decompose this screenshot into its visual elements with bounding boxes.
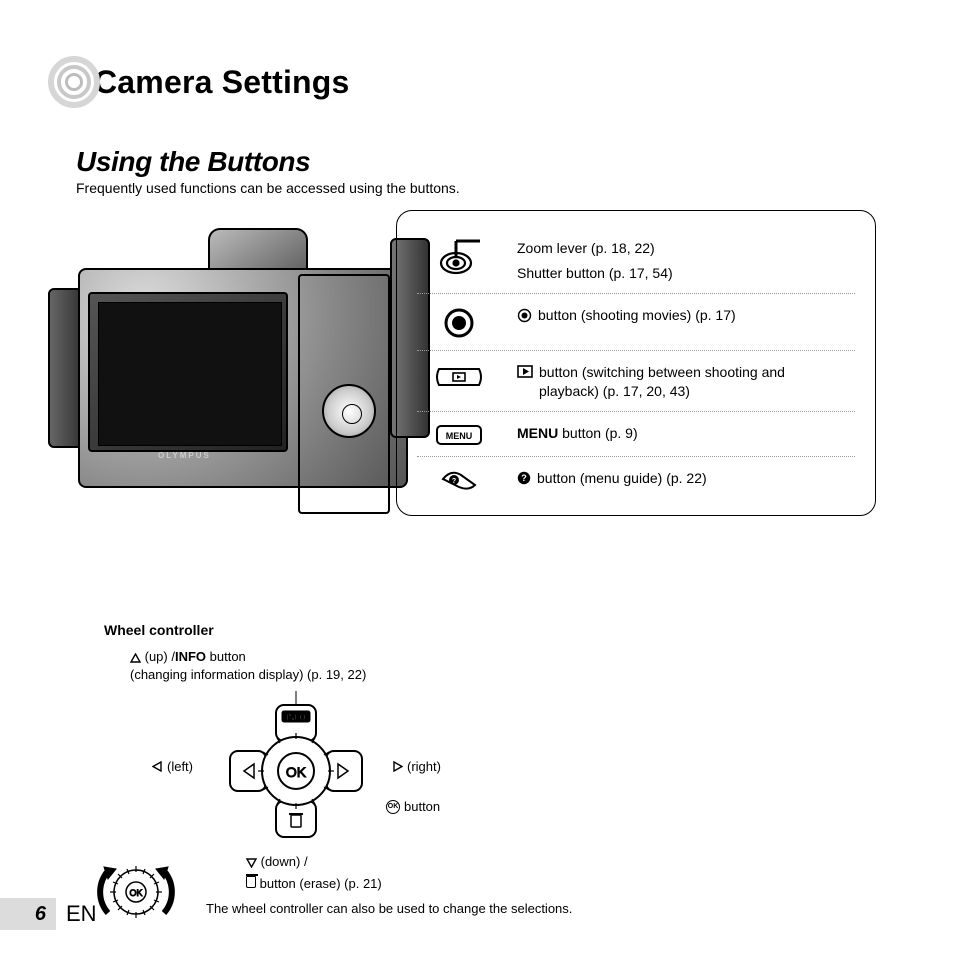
wheel-left-label: (left)	[152, 759, 193, 774]
wheel-title: Wheel controller	[104, 622, 906, 638]
divider	[417, 411, 855, 412]
playback-button-icon	[417, 361, 501, 391]
zoom-lever-icon	[417, 237, 501, 279]
wheel-up-label: (up) /INFO button (changing information …	[130, 648, 906, 683]
legend-text: Zoom lever (p. 18, 22)	[517, 239, 655, 258]
legend-movie: button (shooting movies) (p. 17)	[417, 304, 855, 340]
triangle-right-icon	[392, 761, 403, 772]
divider	[417, 350, 855, 351]
record-glyph-icon	[517, 308, 532, 323]
svg-text:?: ?	[452, 478, 456, 485]
question-glyph-icon: ?	[517, 471, 531, 485]
legend-zoom-shutter: Zoom lever (p. 18, 22) Shutter button (p…	[417, 237, 855, 283]
section-intro: Frequently used functions can be accesse…	[76, 180, 906, 196]
record-button-icon	[417, 304, 501, 340]
svg-text:MENU: MENU	[446, 431, 473, 441]
svg-text:OK: OK	[286, 764, 307, 780]
legend-text: MENU button (p. 9)	[517, 424, 638, 443]
legend-text: button (switching between shooting and p…	[539, 363, 819, 401]
divider	[417, 293, 855, 294]
brand-label: OLYMPUS	[158, 451, 211, 460]
wheel-controller-icon: OK INFO	[216, 691, 376, 851]
wheel-down-label: (down) / button (erase) (p. 21)	[246, 853, 382, 893]
wheel-note: The wheel controller can also be used to…	[206, 901, 572, 916]
divider	[417, 456, 855, 457]
rotation-icon: OK	[96, 857, 176, 927]
legend-menu: MENU MENU button (p. 9)	[417, 422, 855, 446]
legend-text: button (shooting movies) (p. 17)	[538, 306, 736, 325]
section-title: Using the Buttons	[76, 146, 906, 178]
ok-glyph-icon: OK	[386, 800, 400, 814]
triangle-left-icon	[152, 761, 163, 772]
svg-text:OK: OK	[129, 888, 142, 898]
legend-box: Zoom lever (p. 18, 22) Shutter button (p…	[396, 210, 876, 516]
page-title: Camera Settings	[94, 64, 350, 101]
triangle-down-icon	[246, 858, 257, 868]
trash-icon	[246, 876, 256, 888]
guide-button-icon: ?	[417, 467, 501, 491]
page-number: 6	[0, 898, 56, 930]
legend-guide: ? ? button (menu guide) (p. 22)	[417, 467, 855, 491]
wheel-right-label: (right)	[392, 759, 441, 774]
svg-text:INFO: INFO	[286, 713, 305, 722]
triangle-up-icon	[130, 653, 141, 663]
legend-text: button (menu guide) (p. 22)	[537, 469, 707, 488]
camera-illustration: OLYMPUS	[78, 228, 418, 528]
legend-playback: button (switching between shooting and p…	[417, 361, 855, 401]
legend-text: Shutter button (p. 17, 54)	[517, 264, 673, 283]
svg-text:?: ?	[521, 473, 527, 483]
playback-glyph-icon	[517, 365, 533, 378]
figure-area: OLYMPUS Zoom lev	[48, 218, 906, 618]
wheel-ok-label: OK button	[386, 799, 440, 814]
swirl-icon	[48, 56, 100, 108]
language-label: EN	[66, 901, 97, 927]
wheel-controller-area: Wheel controller (up) /INFO button (chan…	[76, 622, 906, 922]
menu-button-icon: MENU	[417, 422, 501, 446]
page-header: Camera Settings	[48, 56, 906, 108]
page-footer: 6 EN	[0, 898, 97, 930]
